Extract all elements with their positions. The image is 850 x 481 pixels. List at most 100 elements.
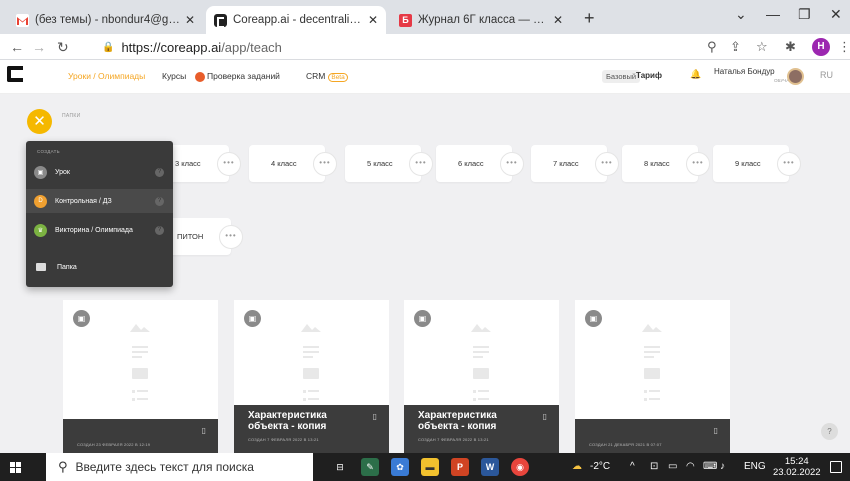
folder-menu-button[interactable]: ••• xyxy=(500,151,524,176)
info-icon[interactable]: ? xyxy=(155,167,164,177)
folder-menu-button[interactable]: ••• xyxy=(409,151,433,176)
folder-menu-button[interactable]: ••• xyxy=(595,151,619,176)
folder-card[interactable]: 8 класс ••• xyxy=(622,145,710,182)
menu-item-quiz[interactable]: ♛ Викторина / Олимпиада ? xyxy=(26,218,173,242)
input-language[interactable]: ENG xyxy=(744,461,766,472)
forward-icon[interactable]: → xyxy=(32,39,46,55)
folder-menu-button[interactable]: ••• xyxy=(217,151,241,176)
temperature[interactable]: -2°C xyxy=(590,461,610,472)
create-close-button[interactable]: ✕ xyxy=(27,109,52,134)
folder-menu-button[interactable]: ••• xyxy=(313,151,337,176)
menu-item-folder[interactable]: Папка xyxy=(26,255,173,279)
chevron-up-icon[interactable]: ^ xyxy=(630,461,635,472)
help-button[interactable]: ? xyxy=(821,423,838,440)
document-icon: ▯ xyxy=(201,426,206,435)
extensions-icon[interactable]: ✱ xyxy=(785,39,796,55)
folder-card[interactable]: 9 класс ••• xyxy=(713,145,801,182)
card-footer: ▯ СОЗДАН 21 ДЕКАБРЯ 2021 В 07:07 xyxy=(575,419,730,455)
url-field[interactable]: 🔒 https://coreapp.ai /app/teach xyxy=(102,38,687,57)
tab-close-icon[interactable]: ✕ xyxy=(185,13,195,27)
clock-time: 15:24 xyxy=(784,456,809,467)
folder-card[interactable]: 5 класс ••• xyxy=(345,145,433,182)
avatar[interactable] xyxy=(787,68,804,85)
bell-icon[interactable]: 🔔 xyxy=(690,69,701,80)
battery-icon[interactable]: ▭ xyxy=(668,461,677,472)
tray-icon[interactable]: ⊡ xyxy=(650,461,658,472)
menu-item-label: Урок xyxy=(55,168,70,176)
tab-gmail[interactable]: (без темы) - nbondur4@gmail.co ✕ xyxy=(8,6,203,34)
new-tab-button[interactable]: + xyxy=(584,8,595,29)
document-icon: ▯ xyxy=(372,412,377,421)
card-date: СОЗДАН 21 ДЕКАБРЯ 2021 В 07:07 xyxy=(589,442,662,447)
close-window-icon[interactable]: ✕ xyxy=(830,6,842,23)
lesson-card[interactable]: ▣ ▯ СОЗДАН 21 ДЕКАБРЯ 2021 В 07:07 xyxy=(575,300,730,455)
lesson-card[interactable]: ▣ Характеристика объекта - копия ▯ СОЗДА… xyxy=(404,300,559,455)
menu-item-lesson[interactable]: ▣ Урок ? xyxy=(26,160,173,184)
tab-close-icon[interactable]: ✕ xyxy=(368,13,378,27)
folder-name: 7 класс xyxy=(553,159,579,168)
app-icon[interactable]: ✿ xyxy=(391,458,409,476)
lesson-card[interactable]: ▣ Характеристика объекта - копия ▯ СОЗДА… xyxy=(234,300,389,455)
user-name[interactable]: Наталья Бондур xyxy=(714,67,775,76)
zoom-icon[interactable]: ⚲ xyxy=(707,39,717,55)
bookmark-star-icon[interactable]: ☆ xyxy=(756,39,768,55)
maximize-icon[interactable]: ❐ xyxy=(798,6,811,23)
chrome-icon[interactable]: ◉ xyxy=(511,458,529,476)
clock[interactable]: 15:24 23.02.2022 xyxy=(773,456,821,478)
tab-journal[interactable]: Б Журнал 6Г класса — Электронн ✕ xyxy=(391,6,571,34)
folder-menu-button[interactable]: ••• xyxy=(777,151,801,176)
folder-menu-button[interactable]: ••• xyxy=(219,224,243,249)
menu-item-label: Папка xyxy=(57,263,77,271)
lesson-card[interactable]: ▣ ▯ СОЗДАН 23 ФЕВРАЛЯ 2022 В 12:19 xyxy=(63,300,218,455)
folder-card[interactable]: 7 класс ••• xyxy=(531,145,619,182)
tab-coreapp[interactable]: Coreapp.ai - decentralized online ✕ xyxy=(206,6,386,34)
notification-icon[interactable] xyxy=(830,461,842,473)
nav-courses[interactable]: Курсы xyxy=(162,71,186,81)
task-view-icon[interactable]: ⊟ xyxy=(331,458,349,476)
share-icon[interactable]: ⇪ xyxy=(730,39,741,55)
chevron-down-icon[interactable]: ⌄ xyxy=(735,6,747,23)
wifi-icon[interactable]: ◠ xyxy=(686,461,695,472)
folder-name: 6 класс xyxy=(458,159,484,168)
powerpoint-icon[interactable]: P xyxy=(451,458,469,476)
tariff-badge[interactable]: Базовый xyxy=(602,70,641,83)
weather-icon[interactable]: ☁ xyxy=(572,461,582,472)
tariff-link[interactable]: Тариф xyxy=(636,71,662,80)
app-icon[interactable]: ✎ xyxy=(361,458,379,476)
file-explorer-icon[interactable]: ▬ xyxy=(421,458,439,476)
search-placeholder: Введите здесь текст для поиска xyxy=(75,460,254,474)
gmail-icon xyxy=(16,13,29,27)
windows-start-icon[interactable] xyxy=(10,462,22,474)
profile-avatar[interactable]: H xyxy=(812,38,830,56)
menu-item-test[interactable]: D Контрольная / ДЗ ? xyxy=(26,189,173,213)
nav-crm[interactable]: CRM Beta xyxy=(306,71,348,82)
folder-menu-button[interactable]: ••• xyxy=(686,151,710,176)
folder-icon xyxy=(36,263,46,271)
word-icon[interactable]: W xyxy=(481,458,499,476)
folder-name: 8 класс xyxy=(644,159,670,168)
nav-check[interactable]: Проверка заданий xyxy=(195,71,280,82)
language-switch[interactable]: RU xyxy=(820,70,833,80)
menu-icon[interactable]: ⋮ xyxy=(838,39,850,55)
folder-card[interactable]: 4 класс ••• xyxy=(249,145,337,182)
minimize-icon[interactable]: — xyxy=(766,6,780,22)
menu-item-label: Контрольная / ДЗ xyxy=(55,197,112,205)
placeholder-icon xyxy=(642,324,662,401)
journal-icon: Б xyxy=(399,13,412,27)
keyboard-icon[interactable]: ⌨ xyxy=(703,461,717,472)
clock-date: 23.02.2022 xyxy=(773,467,821,478)
folder-card[interactable]: 6 класс ••• xyxy=(436,145,524,182)
reload-icon[interactable]: ↻ xyxy=(57,39,69,56)
taskbar-search[interactable]: ⚲ Введите здесь текст для поиска xyxy=(46,453,313,481)
nav-lessons[interactable]: Уроки / Олимпиады xyxy=(68,71,145,81)
info-icon[interactable]: ? xyxy=(155,196,164,206)
card-footer: ▯ СОЗДАН 23 ФЕВРАЛЯ 2022 В 12:19 xyxy=(63,419,218,455)
volume-icon[interactable]: ♪ xyxy=(720,461,725,472)
tab-close-icon[interactable]: ✕ xyxy=(553,13,563,27)
info-icon[interactable]: ? xyxy=(155,225,164,235)
card-footer: Характеристика объекта - копия ▯ СОЗДАН … xyxy=(234,405,389,455)
back-icon[interactable]: ← xyxy=(10,39,24,55)
coreapp-logo[interactable] xyxy=(7,66,23,82)
placeholder-icon xyxy=(130,324,150,401)
app-header: Уроки / Олимпиады Курсы Проверка заданий… xyxy=(0,60,850,94)
